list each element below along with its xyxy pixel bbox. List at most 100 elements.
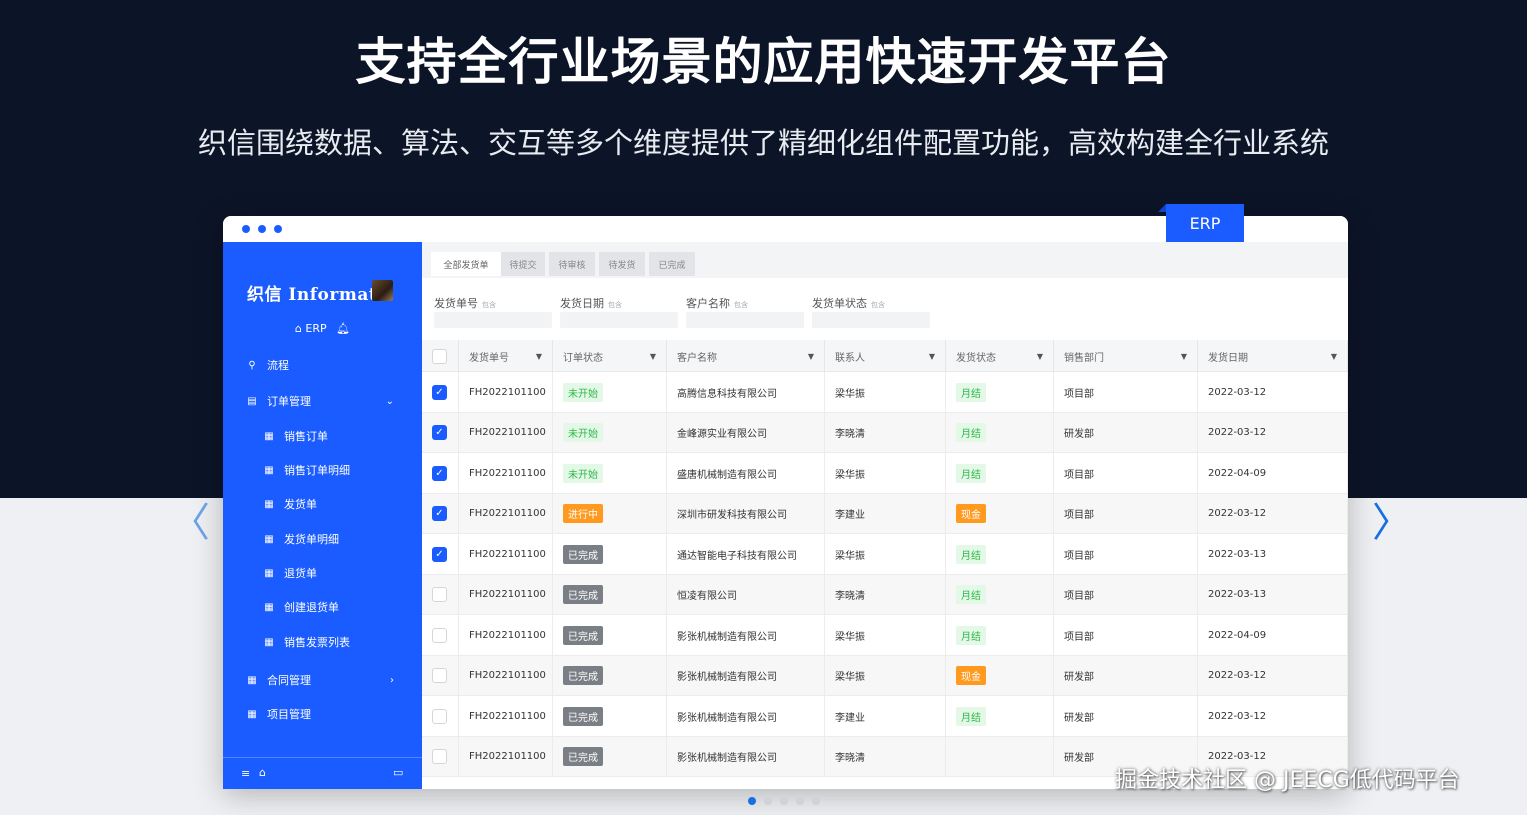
prev-slide-icon[interactable]: 〈 [170, 490, 210, 548]
window-dot-icon [274, 225, 282, 233]
filter-input[interactable] [686, 312, 804, 328]
cell-status: 未开始 [553, 372, 667, 412]
row-checkbox[interactable]: ✓ [432, 546, 447, 562]
filter-operator[interactable]: 包含 [871, 301, 885, 309]
tab-3[interactable]: 待发货 [599, 252, 645, 276]
main-content: 全部发货单 待提交 待审核 待发货 已完成 发货单号 包含 发货日期 包含 客户名称 包含 发货单状… [422, 242, 1348, 789]
cell-contact: 李建业 [825, 696, 946, 736]
ship-status-badge: 月结 [956, 706, 986, 726]
cell-ship: 月结 [946, 534, 1054, 574]
carousel-dot[interactable] [796, 797, 804, 805]
carousel-dot[interactable] [780, 797, 788, 805]
collapse-icon[interactable]: ▭ [393, 766, 403, 779]
filter-operator[interactable]: 包含 [482, 301, 496, 309]
row-checkbox[interactable] [432, 587, 447, 602]
sort-caret-icon[interactable]: ▼ [536, 352, 542, 361]
column-header[interactable]: 发货单号 ▼ [459, 340, 553, 372]
tab-2[interactable]: 待审核 [549, 252, 595, 276]
menu-icon[interactable]: ≡ [241, 767, 250, 780]
column-header[interactable]: 发货日期 ▼ [1198, 340, 1348, 372]
sidebar-item[interactable]: ▦ 销售发票列表 [263, 634, 422, 650]
sidebar-item[interactable]: ⚲ 流程 [246, 357, 422, 373]
filter-operator[interactable]: 包含 [734, 301, 748, 309]
tab-4[interactable]: 已完成 [649, 252, 695, 276]
row-checkbox[interactable] [432, 749, 447, 764]
row-checkbox[interactable] [432, 668, 447, 683]
cell-text: 梁华振 [835, 388, 865, 400]
carousel-dot[interactable] [812, 797, 820, 805]
sidebar-item[interactable]: ▤ 订单管理 ⌄ [246, 393, 422, 409]
sort-caret-icon[interactable]: ▼ [808, 352, 814, 361]
cell-text: 项目部 [1064, 550, 1094, 562]
filter-operator[interactable]: 包含 [608, 301, 622, 309]
cell-text: 李建业 [835, 712, 865, 724]
select-all-checkbox[interactable] [432, 348, 447, 364]
table-row[interactable]: ✓ FH2022101100 未开始 高腾信息科技有限公司 梁华振 月结 项目部 2022-0… [422, 372, 1348, 413]
filter-label: 发货单号 包含 [434, 295, 496, 311]
table-row[interactable]: FH2022101100 已完成 恒凌有限公司 李晓清 月结 项目部 2022-03-13 [422, 574, 1348, 615]
column-header[interactable]: 客户名称 ▼ [667, 340, 825, 372]
user-icon: ⚲ [248, 359, 256, 371]
cell-no: FH2022101100 [459, 453, 553, 493]
hero-title: 支持全行业场景的应用快速开发平台 [355, 33, 1172, 91]
sidebar-item[interactable]: ▦ 发货单明细 [263, 531, 422, 547]
cell-text: 李晓清 [835, 591, 865, 602]
filter-input[interactable] [812, 312, 930, 328]
column-header[interactable]: 联系人 ▼ [825, 340, 946, 372]
carousel-dot[interactable] [748, 797, 756, 805]
ship-status-badge: 月结 [956, 463, 986, 483]
carousel-dot[interactable] [764, 797, 772, 805]
row-checkbox[interactable]: ✓ [432, 384, 447, 400]
row-checkbox[interactable] [432, 708, 447, 724]
tab-1[interactable]: 待提交 [501, 252, 545, 276]
sort-caret-icon[interactable]: ▼ [1331, 352, 1337, 361]
column-header[interactable]: 销售部门 ▼ [1054, 340, 1198, 372]
sort-caret-icon[interactable]: ▼ [929, 352, 935, 361]
next-slide-icon[interactable]: 〉 [1372, 490, 1412, 548]
filter-input[interactable] [434, 312, 552, 328]
sidebar-item[interactable]: ▦ 创建退货单 [263, 599, 422, 615]
cell-text: 影张机械制造有限公司 [677, 753, 777, 764]
table-row[interactable]: ✓ FH2022101100 已完成 通达智能电子科技有限公司 梁华振 月结 项目部 2022… [422, 534, 1348, 575]
table-row[interactable]: ✓ FH2022101100 未开始 盛唐机械制造有限公司 梁华振 月结 项目部 2022-0… [422, 453, 1348, 494]
sidebar-item[interactable]: ▦ 退货单 [263, 565, 422, 581]
table-row[interactable]: FH2022101100 已完成 影张机械制造有限公司 梁华振 月结 项目部 2022-04… [422, 615, 1348, 656]
hero-subtitle: 织信围绕数据、算法、交互等多个维度提供了精细化组件配置功能，高效构建全行业系统 [197, 126, 1329, 160]
app-switcher[interactable]: ⌂ ERP 🔔︎ [223, 322, 422, 335]
table-row[interactable]: ✓ FH2022101100 进行中 深圳市研发科技有限公司 李建业 现金 项目部 2022-… [422, 493, 1348, 534]
column-header-label: 联系人 [835, 352, 865, 364]
cell-dept: 项目部 [1054, 493, 1198, 534]
sort-caret-icon[interactable]: ▼ [1181, 352, 1187, 361]
sidebar-item-label: 销售发票列表 [284, 636, 350, 649]
sort-caret-icon[interactable]: ▼ [650, 352, 656, 361]
sort-caret-icon[interactable]: ▼ [1037, 352, 1043, 361]
tab-bar: 全部发货单 待提交 待审核 待发货 已完成 [422, 242, 1348, 278]
table-row[interactable]: FH2022101100 已完成 影张机械制造有限公司 梁华振 现金 研发部 2022-03… [422, 655, 1348, 696]
avatar[interactable] [372, 280, 393, 301]
cell-text: 项目部 [1064, 631, 1094, 643]
tab-0[interactable]: 全部发货单 [431, 252, 501, 276]
notify-icon[interactable]: ⌂ [259, 766, 266, 779]
sidebar-item[interactable]: ▦ 合同管理 › [246, 672, 422, 688]
column-header[interactable]: 发货状态 ▼ [946, 340, 1054, 372]
column-header[interactable]: 订单状态 ▼ [553, 340, 667, 372]
cell-status: 进行中 [553, 493, 667, 534]
sidebar-item[interactable]: ▦ 发货单 [263, 496, 422, 512]
cell-dept: 研发部 [1054, 655, 1198, 696]
cell-dept: 研发部 [1054, 696, 1198, 736]
filter-input[interactable] [560, 312, 678, 328]
row-checkbox[interactable]: ✓ [432, 465, 447, 481]
table-icon: ▦ [264, 533, 274, 545]
sidebar-item[interactable]: ▦ 销售订单明细 [263, 462, 422, 478]
row-checkbox[interactable]: ✓ [432, 506, 447, 521]
ship-status-badge: 月结 [956, 382, 986, 402]
sidebar-item[interactable]: ▦ 项目管理 [246, 706, 422, 722]
sidebar-item[interactable]: ▦ 销售订单 [263, 428, 422, 444]
row-checkbox[interactable]: ✓ [432, 425, 447, 440]
bell-icon[interactable]: 🔔︎ [336, 322, 350, 335]
table-row[interactable]: FH2022101100 已完成 影张机械制造有限公司 李建业 月结 研发部 2022-03… [422, 696, 1348, 737]
ship-status-badge: 月结 [956, 625, 986, 645]
cell-text: 项目部 [1064, 388, 1094, 400]
table-row[interactable]: ✓ FH2022101100 未开始 金峰源实业有限公司 李晓清 月结 研发部 2022-03… [422, 412, 1348, 453]
row-checkbox[interactable] [432, 627, 447, 643]
